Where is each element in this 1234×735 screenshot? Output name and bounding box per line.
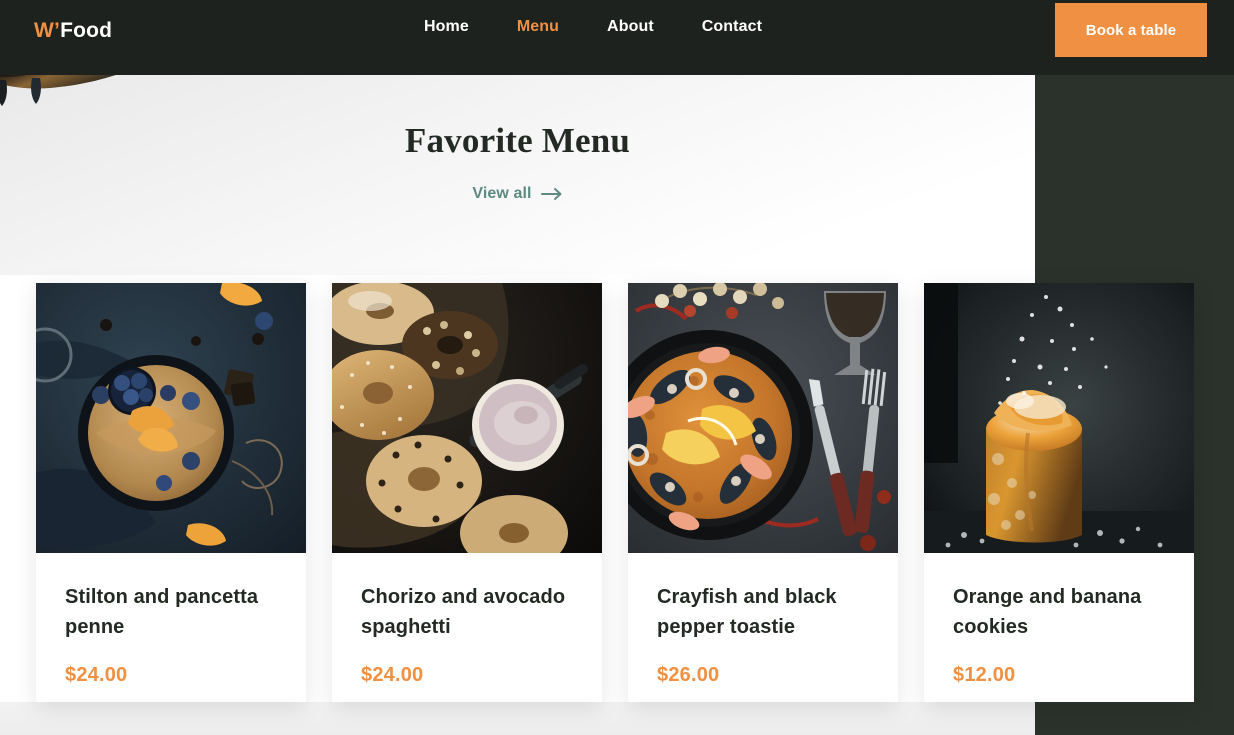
menu-card-image — [332, 283, 602, 553]
menu-card[interactable]: Stilton and pancetta penne $24.00 — [36, 283, 306, 702]
menu-item-price: $26.00 — [657, 664, 720, 687]
nav-item-about[interactable]: About — [583, 18, 678, 36]
menu-card-grid: Stilton and pancetta penne $24.00 Choriz… — [36, 283, 1196, 702]
nav-item-home[interactable]: Home — [400, 18, 493, 36]
menu-item-price: $24.00 — [65, 664, 128, 687]
view-all-link[interactable]: View all — [472, 185, 562, 203]
section-header: Favorite Menu View all — [0, 120, 1035, 203]
book-a-table-button[interactable]: Book a table — [1055, 3, 1207, 57]
bottom-green-strip — [1035, 702, 1234, 735]
menu-item-name: Orange and banana cookies — [953, 586, 1142, 638]
nav-item-contact[interactable]: Contact — [678, 18, 786, 36]
menu-item-name: Chorizo and avocado spaghetti — [361, 586, 566, 638]
menu-item-price: $12.00 — [953, 664, 1016, 687]
main-navigation: Home Menu About Contact — [400, 18, 786, 36]
site-logo[interactable]: W’Food — [34, 19, 112, 43]
menu-card-body: Chorizo and avocado spaghetti $24.00 — [332, 553, 602, 687]
menu-card-image — [628, 283, 898, 553]
logo-mark: W’ — [34, 19, 61, 42]
menu-card-body: Stilton and pancetta penne $24.00 — [36, 553, 306, 687]
menu-card-body: Crayfish and black pepper toastie $26.00 — [628, 553, 898, 687]
menu-card[interactable]: Chorizo and avocado spaghetti $24.00 — [332, 283, 602, 702]
menu-item-name: Stilton and pancetta penne — [65, 586, 259, 638]
menu-card-image — [36, 283, 306, 553]
page-title: Favorite Menu — [404, 121, 631, 160]
menu-item-price: $24.00 — [361, 664, 424, 687]
menu-card-image — [924, 283, 1194, 553]
menu-card[interactable]: Crayfish and black pepper toastie $26.00 — [628, 283, 898, 702]
arrow-right-icon — [540, 187, 563, 201]
menu-card-body: Orange and banana cookies $12.00 — [924, 553, 1194, 687]
page-root: W’Food Home Menu About Contact Book a ta… — [0, 0, 1234, 735]
menu-item-name: Crayfish and black pepper toastie — [657, 586, 837, 638]
menu-card[interactable]: Orange and banana cookies $12.00 — [924, 283, 1194, 702]
nav-item-menu[interactable]: Menu — [493, 18, 583, 36]
site-header: W’Food Home Menu About Contact Book a ta… — [0, 0, 1234, 75]
logo-text: Food — [60, 19, 113, 42]
view-all-label: View all — [472, 185, 532, 202]
